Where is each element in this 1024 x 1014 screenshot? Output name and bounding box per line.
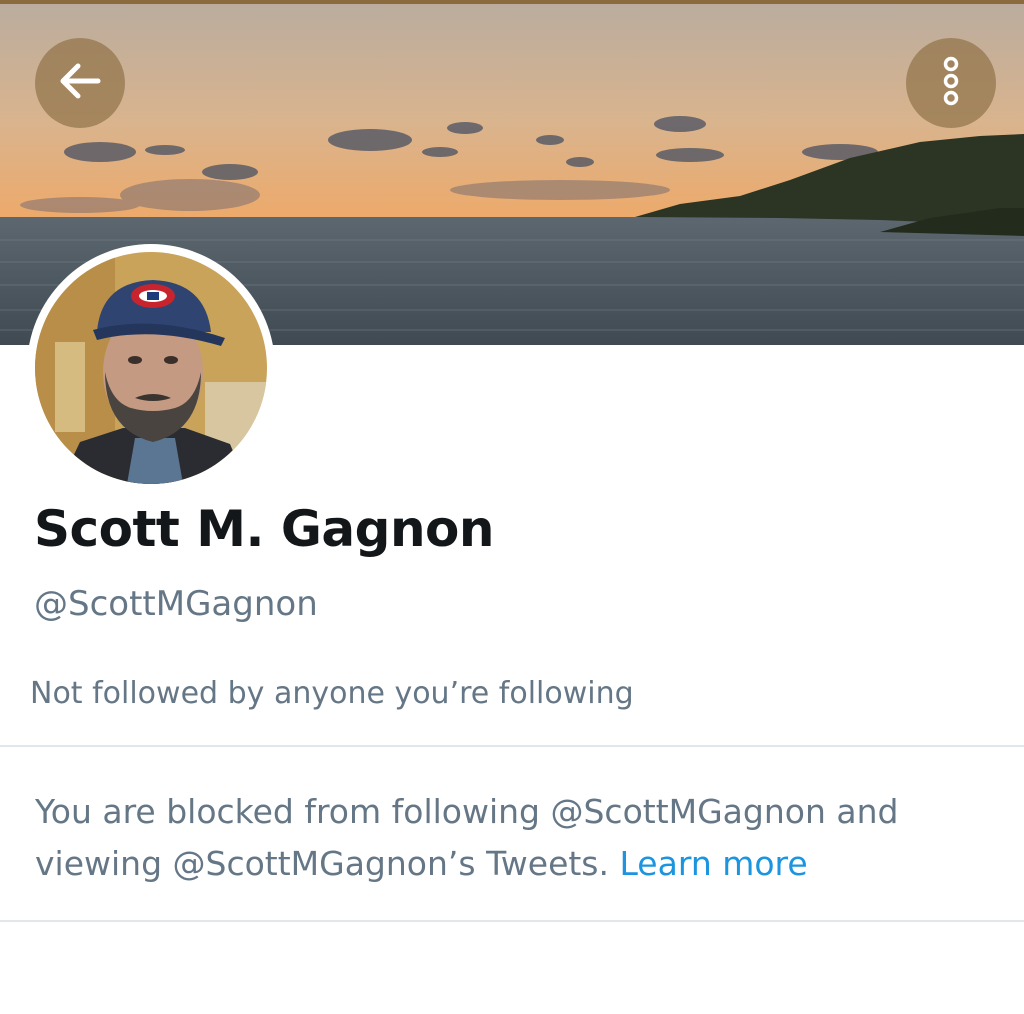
- divider: [0, 920, 1024, 922]
- more-options-button[interactable]: [906, 38, 996, 128]
- more-vertical-icon: [936, 51, 966, 115]
- profile-handle: @ScottMGagnon: [34, 584, 318, 624]
- arrow-left-icon: [54, 55, 106, 111]
- learn-more-link[interactable]: Learn more: [620, 844, 808, 883]
- blocked-notice: You are blocked from following @ScottMGa…: [35, 786, 995, 890]
- display-name: Scott M. Gagnon: [34, 500, 494, 558]
- back-button[interactable]: [35, 38, 125, 128]
- profile-avatar[interactable]: [27, 244, 275, 492]
- avatar: [35, 252, 267, 484]
- divider: [0, 745, 1024, 747]
- followers-you-know: Not followed by anyone you’re following: [30, 676, 634, 711]
